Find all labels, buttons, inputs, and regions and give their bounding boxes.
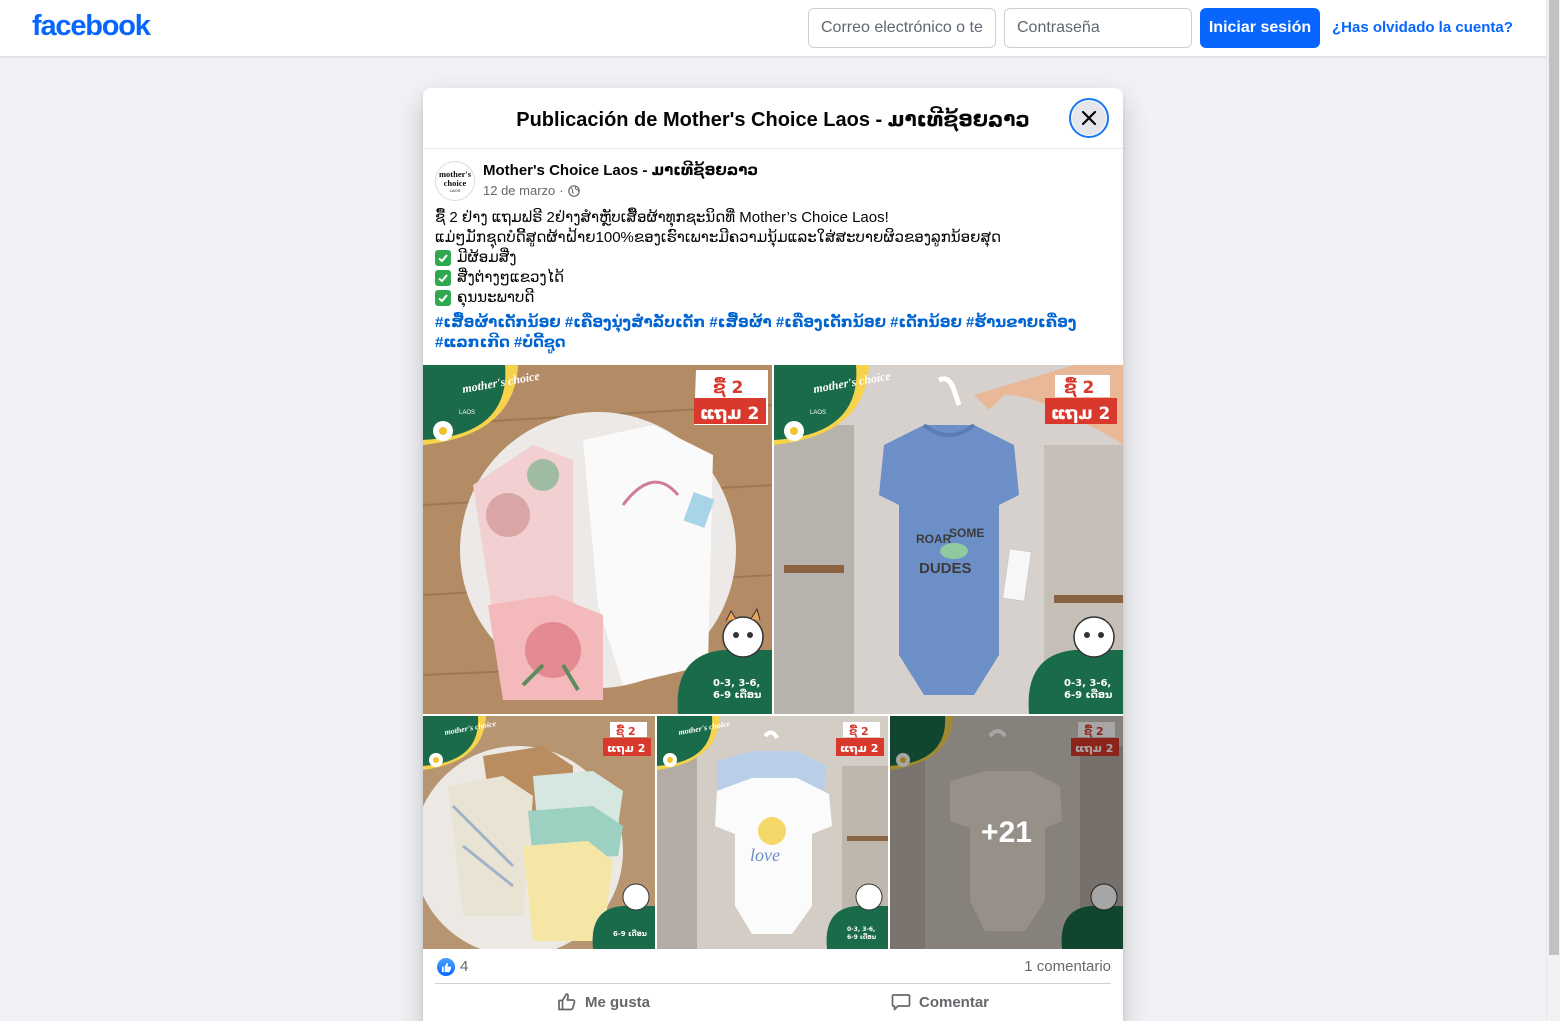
like-button[interactable]: Me gusta xyxy=(557,986,650,1018)
author-name[interactable]: Mother's Choice Laos - ມາເທີຊ້ອຍລາວ xyxy=(483,161,758,179)
like-reaction-icon[interactable] xyxy=(437,958,455,976)
author-avatar[interactable]: mother's choice LAOS xyxy=(435,161,475,201)
post-modal: Publicación de Mother's Choice Laos - ມາ… xyxy=(423,88,1123,1021)
check-mark-icon xyxy=(435,270,451,286)
check-item-label: ຄຸນນະພາບດີ xyxy=(457,289,535,306)
meta-separator: · xyxy=(559,183,564,198)
badge-buy-text: ຊື້ 2 xyxy=(616,724,636,738)
photo-size-text: 0-3, 3-6, xyxy=(713,678,760,689)
post-actions: Me gusta Comentar xyxy=(435,983,1111,1019)
post-meta: 12 de marzo · xyxy=(483,183,580,198)
reactions-bar: 4 1 comentario xyxy=(435,956,1111,980)
badge-free-text: ແຖມ 2 xyxy=(700,404,759,424)
badge-free-text: ແຖມ 2 xyxy=(840,742,878,755)
check-mark-icon xyxy=(435,250,451,266)
thumbs-up-icon xyxy=(558,993,576,1011)
comment-button-label: Comentar xyxy=(919,993,990,1011)
photo-size-text: 6-9 ເດືອນ xyxy=(613,929,647,938)
badge-buy-text: ຊື້ 2 xyxy=(849,724,869,738)
close-button[interactable] xyxy=(1069,98,1109,138)
top-navigation-bar: facebook Iniciar sesión ¿Has olvidado la… xyxy=(0,0,1546,57)
avatar-text-3: LAOS xyxy=(449,187,461,193)
scrollbar-thumb[interactable] xyxy=(1549,0,1559,955)
password-field[interactable] xyxy=(1004,8,1192,48)
comment-icon xyxy=(891,994,911,1011)
photo-brand-sub: LAOS xyxy=(459,410,475,416)
comment-button[interactable]: Comentar xyxy=(891,986,989,1018)
badge-free-text: ແຖມ 2 xyxy=(607,742,645,755)
photo-size-text: 0-3, 3-6, xyxy=(847,926,875,933)
photo-size-text: 6-9 ເດືອນ xyxy=(1064,687,1112,701)
login-button[interactable]: Iniciar sesión xyxy=(1200,8,1320,48)
like-button-label: Me gusta xyxy=(585,993,651,1011)
post-date[interactable]: 12 de marzo xyxy=(483,183,555,198)
photo-1[interactable]: mother's choice LAOS ຊື້ 2 ແຖມ 2 0-3, 3-… xyxy=(423,365,772,714)
like-count[interactable]: 4 xyxy=(460,958,468,975)
photo-5[interactable]: ຊື້ 2 ແຖມ 2 +21 xyxy=(890,716,1123,949)
photo-size-text: 0-3, 3-6, xyxy=(1064,678,1111,689)
email-field[interactable] xyxy=(808,8,996,48)
photo-brand-sub: LAOS xyxy=(810,410,826,416)
post-text-line: ແມ່ໆມັກຊຸດບໍດີ້ສູດຜ້າຝ້າຍ100%ຂອງເຮົາເພາະ… xyxy=(435,229,1002,246)
hashtag-links[interactable]: #ເສື້ອຜ້າເດັກນ້ອຍ #ເຄື່ອງນຸ່ງສຳລັບເດັກ #… xyxy=(435,314,1076,351)
globe-icon xyxy=(567,184,580,197)
modal-header: Publicación de Mother's Choice Laos - ມາ… xyxy=(423,88,1123,149)
photo-size-text: 6-9 ເດືອນ xyxy=(847,932,877,941)
badge-buy-text: ຊື້ 2 xyxy=(713,376,743,398)
check-item: ຄຸນນະພາບດີ xyxy=(435,288,1111,308)
post-text-line: ຊື້ 2 ຢ່າງ ແຖມຟຣີ 2ຢ່າງສຳຫຼັບເສື້ອຜ້າທຸກ… xyxy=(435,209,889,226)
page-scrollbar[interactable] xyxy=(1546,0,1560,1021)
close-icon xyxy=(1081,110,1097,126)
post-author-row: mother's choice LAOS Mother's Choice Lao… xyxy=(435,161,1105,201)
post-text: ຊື້ 2 ຢ່າງ ແຖມຟຣີ 2ຢ່າງສຳຫຼັບເສື້ອຜ້າທຸກ… xyxy=(435,208,1111,308)
comment-count[interactable]: 1 comentario xyxy=(1024,958,1111,975)
check-item-label: ມີຜ້ອມສີ່ງ xyxy=(457,249,517,266)
modal-title: Publicación de Mother's Choice Laos - ມາ… xyxy=(516,109,1030,131)
check-item: ສີ່ງຕ່າງໆແຂວງໄດ້ xyxy=(435,268,1111,288)
avatar-text-2: choice xyxy=(443,177,467,188)
check-item-label: ສີ່ງຕ່າງໆແຂວງໄດ້ xyxy=(457,269,565,286)
post-hashtags[interactable]: #ເສື້ອຜ້າເດັກນ້ອຍ #ເຄື່ອງນຸ່ງສຳລັບເດັກ #… xyxy=(435,313,1111,353)
photo-4[interactable]: love mother's choice ຊື້ 2 ແຖມ 2 0-3, 3-… xyxy=(657,716,888,949)
photo-grid: mother's choice LAOS ຊື້ 2 ແຖມ 2 0-3, 3-… xyxy=(423,365,1123,949)
more-photos-overlay[interactable]: +21 xyxy=(890,716,1123,949)
check-item: ມີຜ້ອມສີ່ງ xyxy=(435,248,1111,268)
photo-3[interactable]: mother's choice ຊື້ 2 ແຖມ 2 6-9 ເດືອນ xyxy=(423,716,655,949)
forgot-account-link[interactable]: ¿Has olvidado la cuenta? xyxy=(1332,19,1513,36)
check-mark-icon xyxy=(435,290,451,306)
badge-buy-text: ຊື້ 2 xyxy=(1064,376,1094,398)
facebook-logo[interactable]: facebook xyxy=(32,10,151,43)
badge-free-text: ແຖມ 2 xyxy=(1051,404,1110,424)
photo-size-text: 6-9 ເດືອນ xyxy=(713,687,761,701)
photo-2[interactable]: ROAR SOME DUDES mother's choice LAOS ຊື້… xyxy=(774,365,1123,714)
